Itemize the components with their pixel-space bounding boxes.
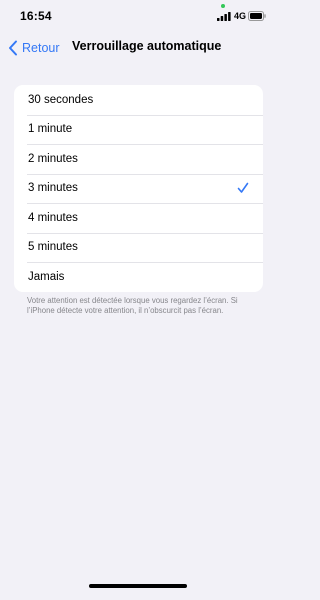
option-label: 5 minutes [28,241,78,254]
option-label: 2 minutes [28,152,78,165]
option-4-minutes[interactable]: 4 minutes [14,203,263,233]
option-label: 3 minutes [28,182,78,195]
auto-lock-options-list: 30 secondes 1 minute 2 minutes 3 minutes… [14,85,263,292]
navigation-bar: Retour Verrouillage automatique [0,34,277,62]
network-type-label: 4G [234,11,247,21]
option-1-minute[interactable]: 1 minute [14,114,263,145]
option-30-seconds[interactable]: 30 secondes [14,85,263,115]
attention-detection-note: Votre attention est détectée lorsque vou… [27,296,238,315]
chevron-left-icon [9,40,17,56]
option-label: Jamais [28,270,65,283]
option-5-minutes[interactable]: 5 minutes [14,232,263,263]
battery-icon [248,11,266,21]
cellular-signal-icon [217,12,231,21]
back-button[interactable]: Retour [8,38,60,58]
option-label: 30 secondes [28,93,94,106]
status-bar: 16:54 4G [0,0,277,34]
camera-indicator-dot [221,4,225,8]
option-label: 1 minute [28,123,73,136]
home-indicator[interactable] [89,584,187,588]
back-button-label: Retour [22,41,60,55]
page-title: Verrouillage automatique [72,39,222,53]
status-time: 16:54 [20,9,52,23]
option-3-minutes[interactable]: 3 minutes [14,173,263,204]
option-never[interactable]: Jamais [14,262,263,292]
checkmark-icon [237,182,249,193]
option-label: 4 minutes [28,211,78,224]
option-2-minutes[interactable]: 2 minutes [14,144,263,174]
